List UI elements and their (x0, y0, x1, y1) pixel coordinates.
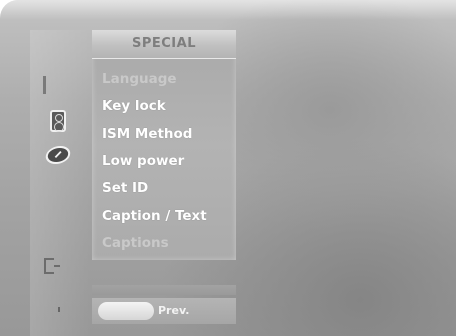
menu-footer-divider (92, 285, 236, 295)
prev-label: Prev. (158, 304, 190, 317)
indicator-icon (58, 307, 60, 312)
menu-item-set-id[interactable]: Set ID (102, 176, 148, 200)
menu-item-caption-text[interactable]: Caption / Text (102, 204, 207, 228)
menu-item-captions[interactable]: Captions (102, 231, 169, 255)
tv-screen: SPECIAL Language Key lock ISM Method Low… (0, 0, 456, 336)
category-rail (30, 30, 90, 336)
menu-item-language[interactable]: Language (102, 67, 177, 91)
menu-title: SPECIAL (92, 30, 236, 59)
navigation-bar: Prev. (92, 298, 236, 324)
menu-bar-icon[interactable] (43, 76, 46, 94)
special-menu: SPECIAL Language Key lock ISM Method Low… (92, 30, 236, 260)
menu-item-key-lock[interactable]: Key lock (102, 94, 166, 118)
input-bracket-icon[interactable] (44, 258, 60, 274)
menu-item-low-power[interactable]: Low power (102, 149, 184, 173)
prev-button[interactable] (98, 302, 154, 320)
menu-item-ism-method[interactable]: ISM Method (102, 122, 192, 146)
speaker-icon[interactable] (50, 110, 66, 132)
